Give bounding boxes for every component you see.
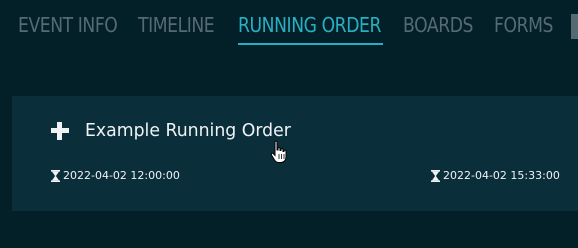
tab-running-order[interactable]: RUNNING ORDER [238, 10, 381, 40]
tab-event-info[interactable]: EVENT INFO [18, 10, 118, 40]
hourglass-icon [431, 169, 440, 182]
start-time-text: 2022-04-02 12:00:00 [63, 169, 180, 182]
hand-pointer-cursor-icon [270, 140, 287, 163]
end-time-text: 2022-04-02 15:33:00 [443, 169, 560, 182]
active-tab-indicator [238, 43, 383, 45]
hourglass-icon [51, 169, 60, 182]
running-order-title[interactable]: Example Running Order [85, 118, 291, 144]
end-time: 2022-04-02 15:33:00 [431, 167, 560, 184]
plus-icon[interactable] [51, 122, 69, 140]
tab-bar: EVENT INFO TIMELINE RUNNING ORDER BOARDS… [0, 0, 578, 48]
tab-overflow-edge [571, 14, 578, 39]
start-time: 2022-04-02 12:00:00 [51, 167, 180, 184]
tab-forms[interactable]: FORMS [494, 10, 553, 40]
running-order-card[interactable] [12, 96, 578, 211]
tab-boards[interactable]: BOARDS [403, 10, 473, 40]
tab-timeline[interactable]: TIMELINE [138, 10, 215, 40]
